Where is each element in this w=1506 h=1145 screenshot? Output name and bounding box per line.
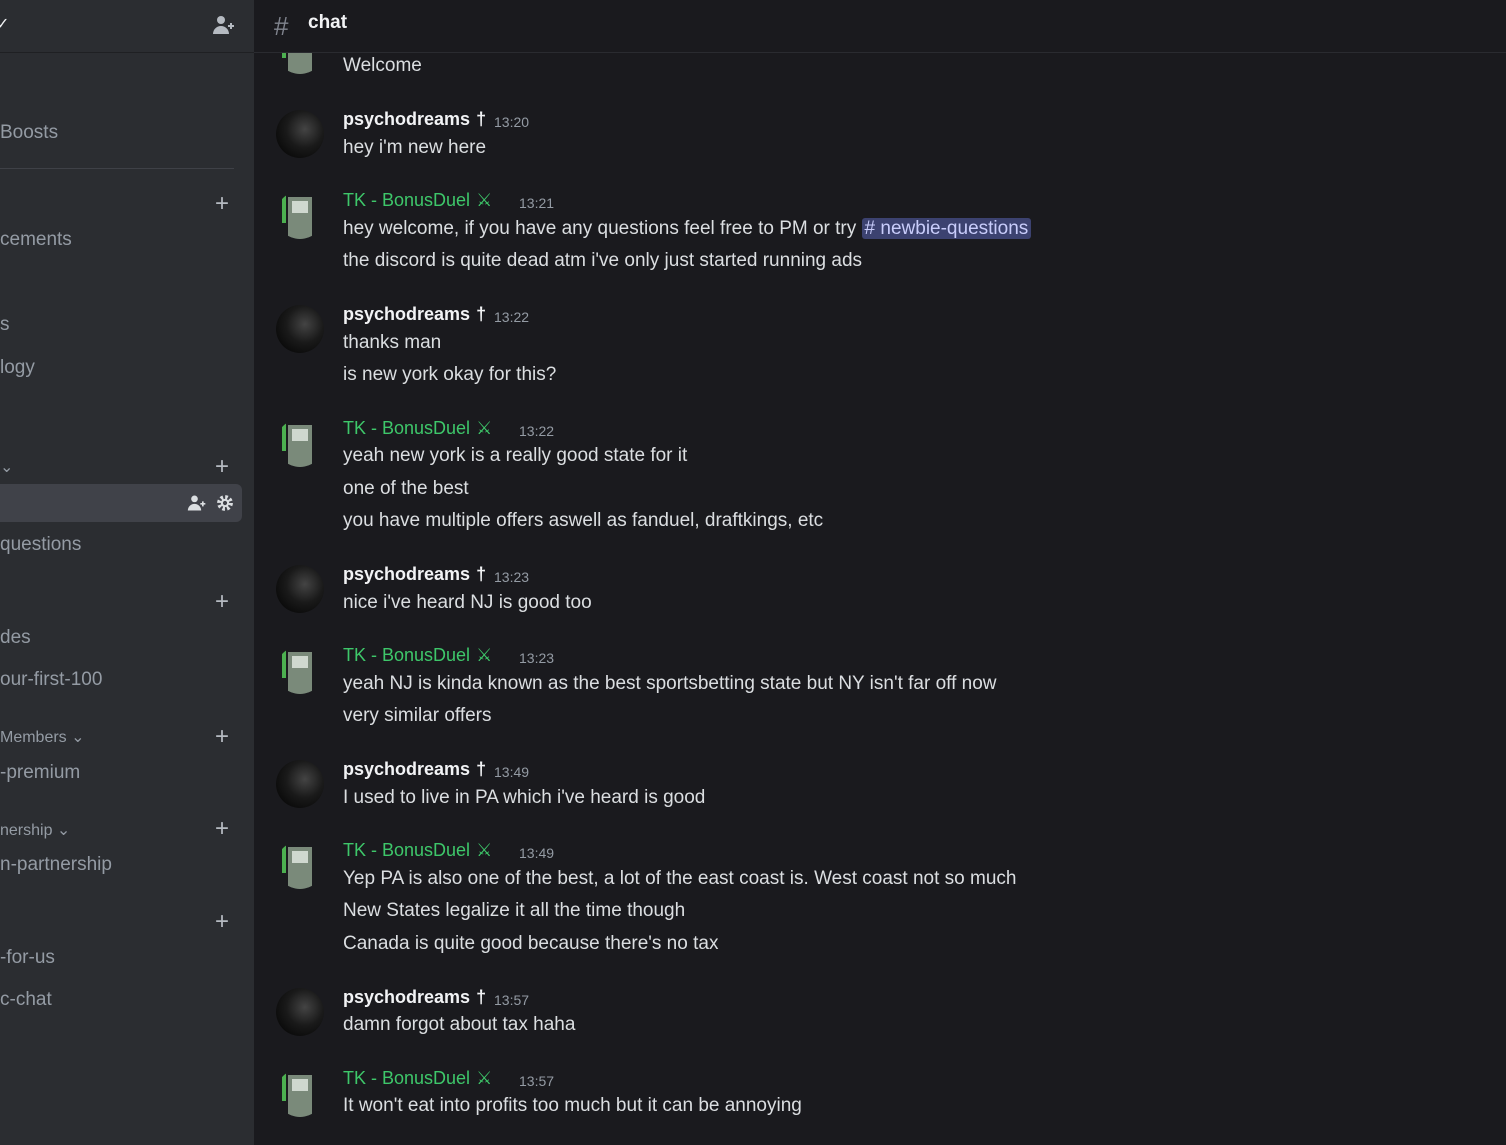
message-text: yeah NJ is kinda known as the best sport… — [343, 673, 997, 694]
username[interactable]: psychodreams † — [343, 987, 486, 1008]
category-chevron-icon[interactable]: ⌄ — [0, 457, 13, 477]
add-channel-icon[interactable]: + — [213, 910, 231, 934]
dagger-icon: † — [476, 109, 487, 129]
add-channel-icon[interactable]: + — [213, 192, 231, 216]
sidebar-item-s[interactable]: s — [0, 314, 10, 336]
message-text: It won't eat into profits too much but i… — [343, 1095, 802, 1116]
create-invite-icon[interactable] — [187, 493, 207, 513]
sidebar-item-newbie-questions[interactable]: questions — [0, 534, 81, 556]
channel-sidebar: ✓ Boosts + cements s logy ⌄ + questions … — [0, 0, 254, 1145]
username[interactable]: TK - BonusDuel ⚔ — [343, 645, 492, 666]
add-channel-icon[interactable]: + — [213, 590, 231, 614]
gear-icon[interactable] — [215, 493, 235, 513]
dagger-icon: † — [476, 987, 487, 1007]
crossed-swords-icon: ⚔ — [476, 645, 493, 665]
crossed-swords-icon: ⚔ — [476, 418, 493, 438]
sidebar-item-guides[interactable]: des — [0, 627, 31, 649]
message-text: nice i've heard NJ is good too — [343, 592, 592, 613]
message-text: the discord is quite dead atm i've only … — [343, 250, 863, 271]
sidebar-item-logy[interactable]: logy — [0, 357, 35, 379]
sidebar-item-chat[interactable]: c-chat — [0, 989, 52, 1011]
timestamp: 13:49 — [519, 845, 555, 861]
avatar[interactable] — [276, 305, 324, 353]
invite-people-icon[interactable] — [212, 13, 236, 37]
timestamp: 13:22 — [494, 309, 530, 325]
timestamp: 13:22 — [519, 423, 555, 439]
message-text: yeah new york is a really good state for… — [343, 445, 688, 466]
message-text: very similar offers — [343, 705, 492, 726]
message-text: Yep PA is also one of the best, a lot of… — [343, 868, 1017, 889]
username[interactable]: TK - BonusDuel ⚔ — [343, 190, 492, 211]
username[interactable]: TK - BonusDuel ⚔ — [343, 840, 492, 861]
avatar[interactable] — [276, 646, 324, 694]
username[interactable]: psychodreams † — [343, 304, 486, 325]
crossed-swords-icon: ⚔ — [476, 840, 493, 860]
category-partnership[interactable]: nership ⌄ — [0, 820, 70, 840]
username[interactable]: psychodreams † — [343, 564, 486, 585]
category-members[interactable]: Members ⌄ — [0, 727, 85, 747]
message-text: is new york okay for this? — [343, 364, 557, 385]
channel-title: chat — [308, 12, 348, 33]
chat-area: # chat Welcome psychodreams † 13:20 hey i… — [254, 0, 1506, 1145]
chevron-down-icon[interactable]: ✓ — [0, 14, 9, 34]
avatar[interactable] — [276, 1069, 324, 1117]
sidebar-divider — [0, 168, 234, 169]
add-channel-icon[interactable]: + — [213, 817, 231, 841]
sidebar-item-for-us[interactable]: -for-us — [0, 947, 55, 969]
message-text: hey i'm new here — [343, 137, 487, 158]
message-text: Welcome — [343, 55, 422, 76]
sidebar-item-partnership[interactable]: n-partnership — [0, 854, 112, 876]
crossed-swords-icon: ⚔ — [476, 190, 493, 210]
message-text: you have multiple offers aswell as fandu… — [343, 510, 824, 531]
timestamp: 13:23 — [519, 650, 555, 666]
username[interactable]: TK - BonusDuel ⚔ — [343, 1068, 492, 1089]
message-text: damn forgot about tax haha — [343, 1014, 576, 1035]
message-text: Canada is quite good because there's no … — [343, 933, 719, 954]
message-text: New States legalize it all the time thou… — [343, 900, 686, 921]
avatar[interactable] — [276, 988, 324, 1036]
sidebar-item-premium[interactable]: -premium — [0, 762, 80, 784]
avatar[interactable] — [276, 419, 324, 467]
avatar[interactable] — [276, 110, 324, 158]
message-text: hey welcome, if you have any questions f… — [343, 218, 1032, 240]
timestamp: 13:57 — [519, 1073, 555, 1089]
avatar[interactable] — [276, 760, 324, 808]
username[interactable]: psychodreams † — [343, 759, 486, 780]
timestamp: 13:23 — [494, 569, 530, 585]
timestamp: 13:49 — [494, 764, 530, 780]
dagger-icon: † — [476, 759, 487, 779]
server-header[interactable]: ✓ — [0, 0, 254, 53]
add-channel-icon[interactable]: + — [213, 725, 231, 749]
avatar[interactable] — [276, 191, 324, 239]
channel-header: # chat — [254, 0, 1506, 53]
message-text: I used to live in PA which i've heard is… — [343, 787, 706, 808]
dagger-icon: † — [476, 564, 487, 584]
avatar[interactable] — [276, 841, 324, 889]
message-text: one of the best — [343, 478, 469, 499]
timestamp: 13:57 — [494, 992, 530, 1008]
dagger-icon: † — [476, 304, 487, 324]
sidebar-item-announcements[interactable]: cements — [0, 229, 72, 251]
timestamp: 13:21 — [519, 195, 555, 211]
sidebar-item-your-first-100[interactable]: our-first-100 — [0, 669, 102, 691]
message-text: thanks man — [343, 332, 442, 353]
avatar[interactable] — [276, 565, 324, 613]
add-channel-icon[interactable]: + — [213, 455, 231, 479]
username[interactable]: TK - BonusDuel ⚔ — [343, 418, 492, 439]
crossed-swords-icon: ⚔ — [476, 1068, 493, 1088]
username[interactable]: psychodreams † — [343, 109, 486, 130]
hashtag-icon: # — [274, 11, 289, 41]
timestamp: 13:20 — [494, 114, 530, 130]
sidebar-item-boosts[interactable]: Boosts — [0, 122, 58, 144]
channel-mention[interactable]: # newbie-questions — [861, 218, 1032, 239]
